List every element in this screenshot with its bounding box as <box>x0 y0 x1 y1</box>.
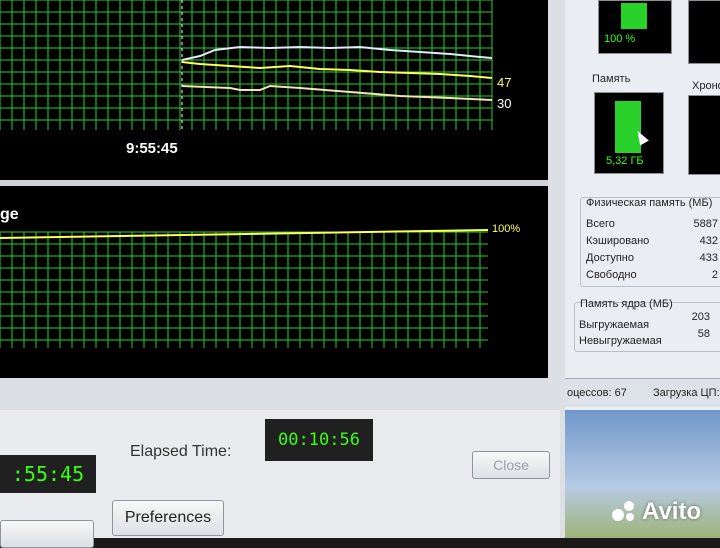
history-section-label: Хроно <box>692 80 720 92</box>
avito-watermark: Avito <box>612 498 701 526</box>
kernel-memory-title: Память ядра (МБ) <box>580 298 673 310</box>
cpu-history-graph <box>688 0 720 64</box>
top-graph: 60 47 30 9:55:45 <box>0 0 548 180</box>
avito-text: Avito <box>642 498 702 525</box>
time-axis-label: 9:55:45 <box>126 140 178 157</box>
avito-logo-icon <box>612 501 638 523</box>
top-graph-grid <box>0 0 493 130</box>
y-label-47: 47 <box>497 75 512 90</box>
phys-row-label: Доступно <box>586 252 635 264</box>
partial-button[interactable] <box>0 520 94 548</box>
elapsed-time-label: Elapsed Time: <box>130 443 232 460</box>
kernel-row-label: Невыгружаемая <box>579 335 662 347</box>
kernel-row-value: 203 <box>691 311 710 323</box>
phys-row-label: Свободно <box>586 269 637 281</box>
elapsed-time-display: 00:10:56 <box>265 419 373 461</box>
cpu-gauge-svg <box>621 3 647 29</box>
preferences-button[interactable]: Preferences <box>112 500 224 536</box>
bottom-graph-svg <box>0 229 489 348</box>
status-bar: оцессов: 67 Загрузка ЦП: <box>565 378 720 407</box>
max-percent-label: 100% <box>492 223 521 235</box>
cpu-gauge-fill <box>621 3 647 29</box>
cpu-usage-value: 100 % <box>604 33 636 45</box>
bottom-graph <box>0 186 548 378</box>
top-graph-svg <box>0 0 493 130</box>
y-label-60: 60 <box>497 57 512 72</box>
phys-row-value: 433 <box>699 252 718 264</box>
status-processes: оцессов: 67 <box>567 387 627 399</box>
memory-section-label: Память <box>592 73 631 85</box>
cpu-usage-gauge <box>598 0 672 54</box>
memory-usage-value: 5,32 ГБ <box>606 155 644 167</box>
phys-row-label: Всего <box>586 218 615 230</box>
status-cpu-load: Загрузка ЦП: <box>653 387 720 399</box>
kernel-row-value: 58 <box>697 328 710 340</box>
close-button[interactable]: Close <box>472 451 550 479</box>
memory-gauge-fill <box>615 101 641 153</box>
phys-row-label: Кэшировано <box>586 235 650 247</box>
bottom-graph-grid <box>0 231 488 348</box>
phys-row-value: 2 <box>711 269 718 281</box>
physical-memory-title: Физическая память (МБ) <box>586 197 713 209</box>
monitor-window: 60 47 30 9:55:45 ge 100% :55:45 Elapsed … <box>0 0 568 548</box>
phys-row-value: 432 <box>699 235 718 247</box>
usage-line <box>0 229 489 239</box>
memory-history-graph <box>688 95 720 175</box>
graph-title: ge <box>0 206 19 223</box>
phys-row-value: 5887 <box>693 218 718 230</box>
start-time-display: :55:45 <box>0 455 96 493</box>
y-label-30: 30 <box>497 96 512 111</box>
kernel-row-label: Выгружаемая <box>579 319 650 331</box>
